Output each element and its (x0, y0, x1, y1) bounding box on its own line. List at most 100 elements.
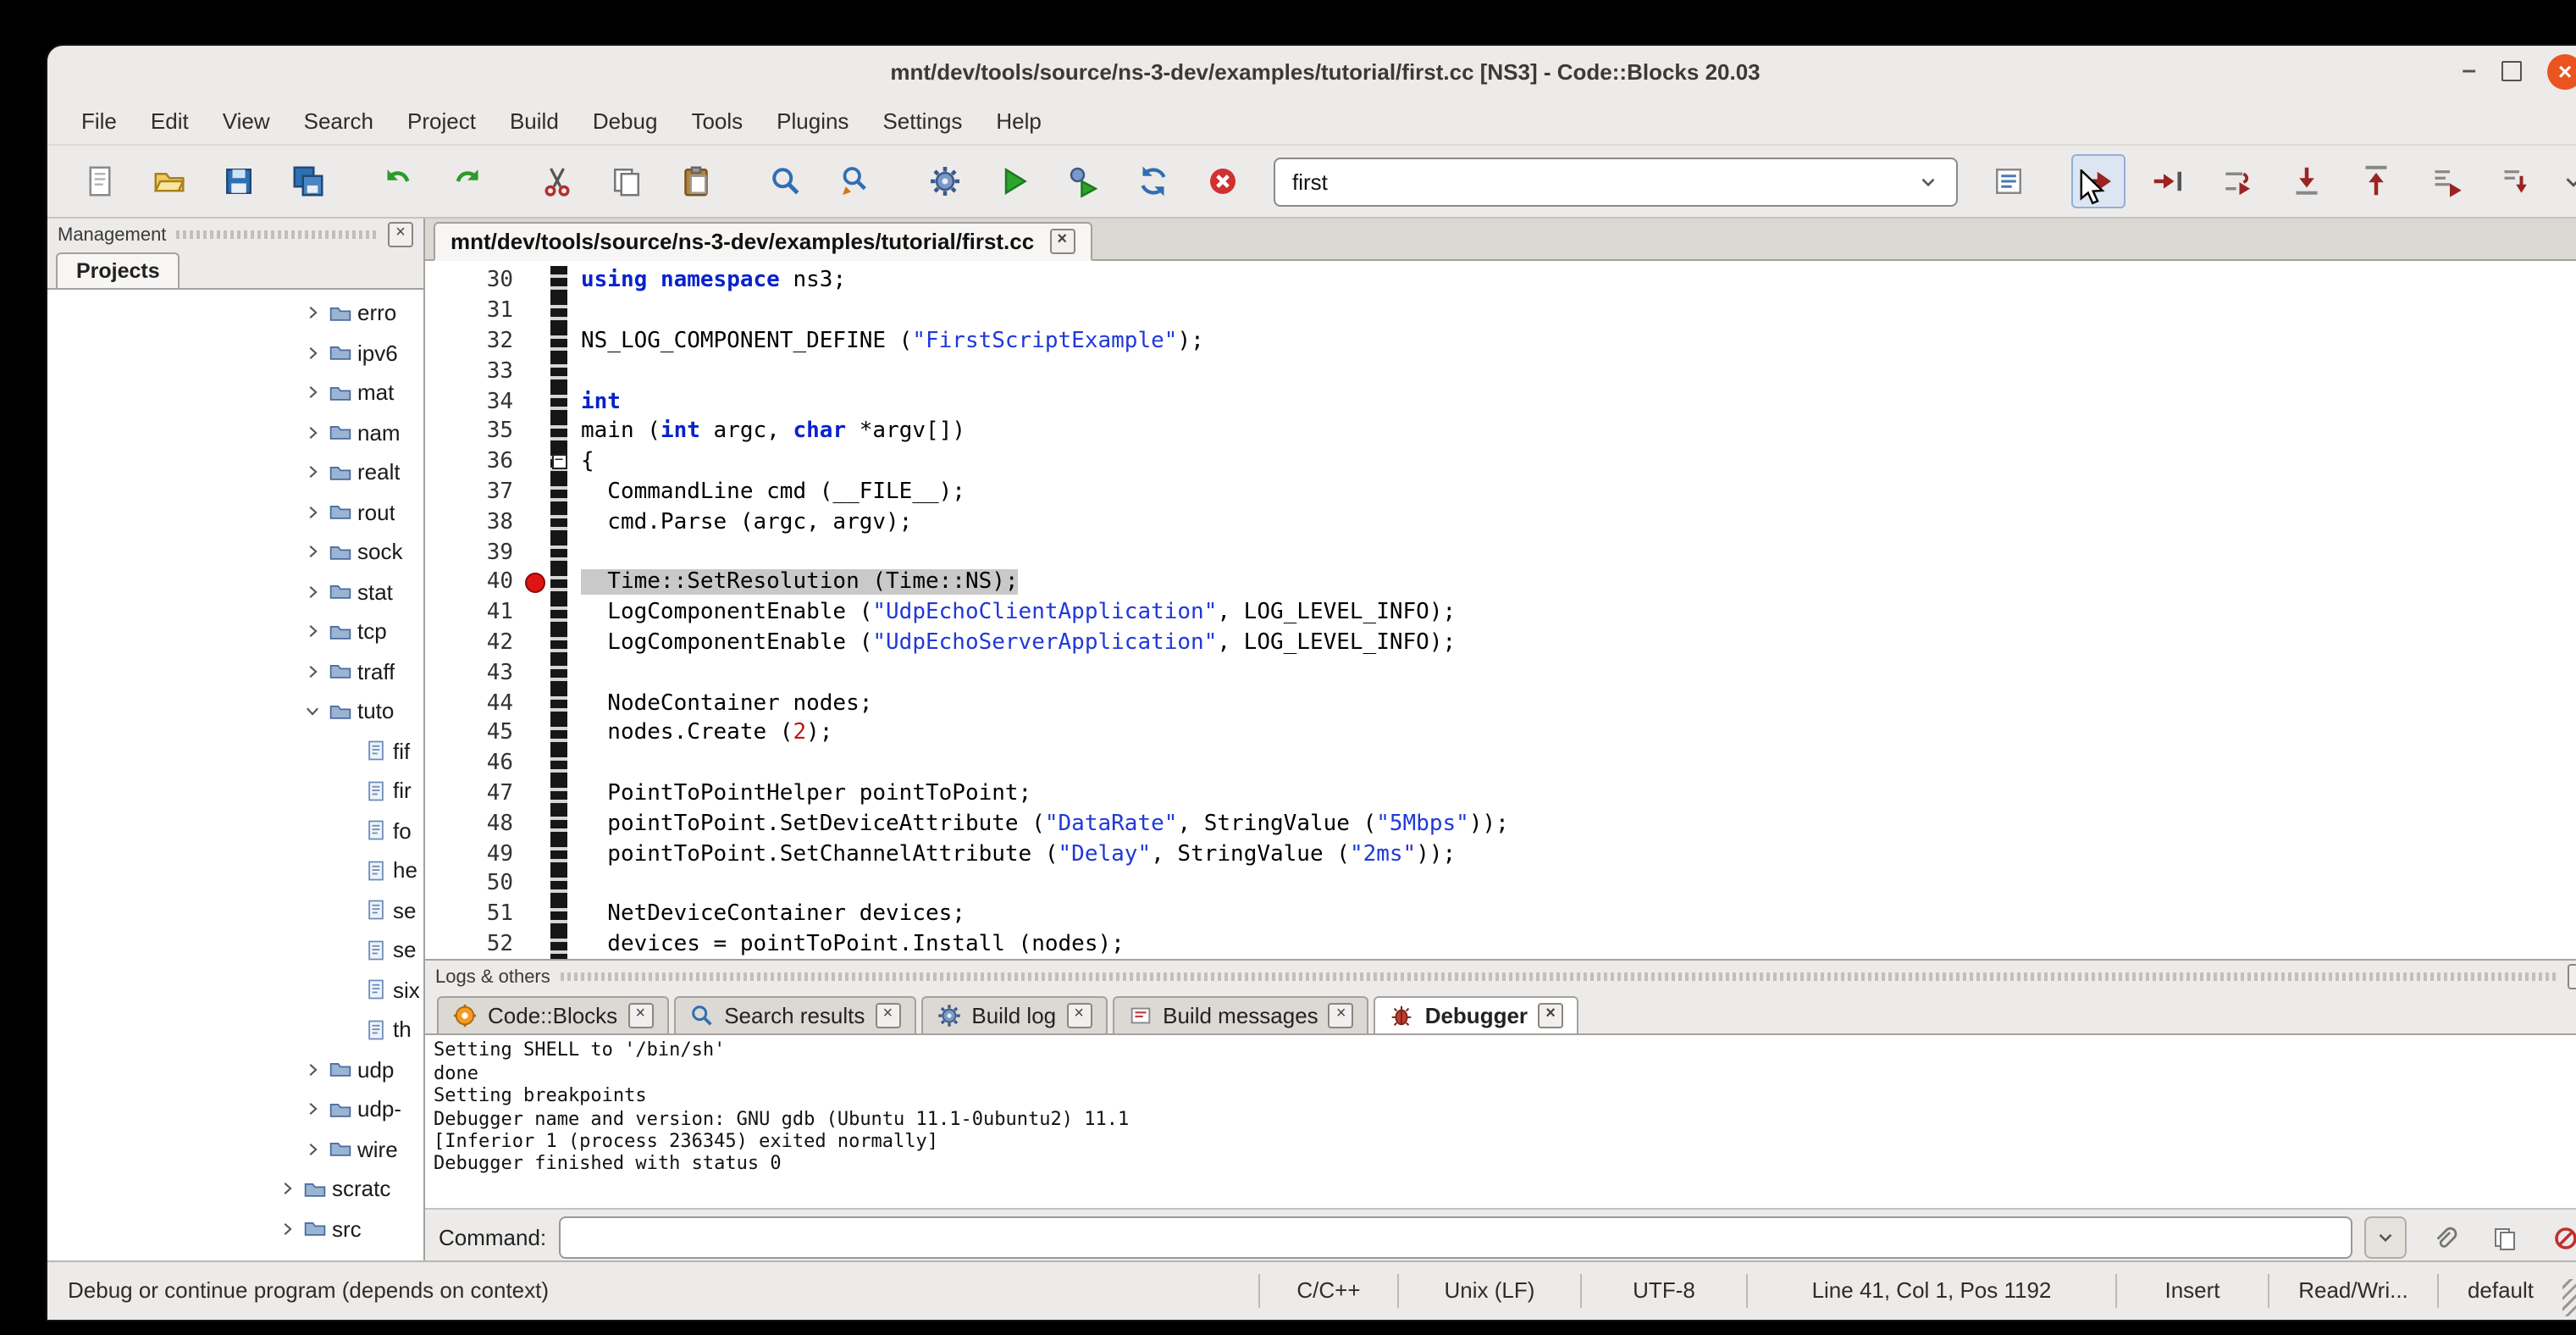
code-text[interactable]: LogComponentEnable ("UdpEchoClientApplic… (567, 600, 2576, 625)
code-line-36[interactable]: 36−{ (425, 447, 2576, 478)
code-line-46[interactable]: 46 (425, 749, 2576, 779)
logs-tab-close-icon[interactable]: × (875, 1004, 900, 1029)
line-number[interactable]: 40 (425, 570, 520, 595)
management-close-icon[interactable]: × (388, 222, 413, 247)
logs-tab-build-log[interactable]: Build log× (920, 997, 1107, 1034)
dock-grip[interactable] (561, 973, 2557, 982)
tree-item-traff[interactable]: traff (47, 651, 423, 691)
maximize-button[interactable] (2501, 61, 2522, 81)
tree-item-th[interactable]: th (47, 1010, 423, 1050)
line-number[interactable]: 43 (425, 661, 520, 686)
tree-item-tcp[interactable]: tcp (47, 612, 423, 651)
code-line-44[interactable]: 44 NodeContainer nodes; (425, 688, 2576, 718)
tree-item-fo[interactable]: fo (47, 811, 423, 850)
chevron-right-icon[interactable] (301, 384, 322, 402)
breakpoint-marker[interactable] (525, 573, 545, 593)
tab-projects[interactable]: Projects (56, 252, 180, 288)
menu-build[interactable]: Build (493, 101, 576, 140)
code-line-30[interactable]: 30using namespace ns3; (425, 266, 2576, 296)
code-line-38[interactable]: 38 cmd.Parse (argc, argv); (425, 507, 2576, 538)
fold-margin[interactable] (550, 266, 567, 296)
tree-item-se[interactable]: se (47, 890, 423, 930)
new-file-button[interactable] (72, 154, 126, 208)
editor-tab-close-icon[interactable]: × (1049, 229, 1075, 254)
build-target-combobox[interactable]: first (1274, 157, 1957, 206)
fold-margin[interactable] (550, 658, 567, 689)
code-text[interactable]: LogComponentEnable ("UdpEchoServerApplic… (567, 630, 2576, 656)
code-text[interactable]: cmd.Parse (argc, argv); (567, 510, 2576, 535)
chevron-right-icon[interactable] (301, 662, 322, 681)
code-text[interactable]: pointToPoint.SetChannelAttribute ("Delay… (567, 841, 2576, 867)
code-text[interactable]: main (int argc, char *argv[]) (567, 419, 2576, 445)
tree-item-mat[interactable]: mat (47, 373, 423, 413)
rebuild-button[interactable] (1125, 154, 1180, 208)
fold-margin[interactable] (550, 778, 567, 809)
fold-margin[interactable] (550, 357, 567, 387)
line-number[interactable]: 41 (425, 600, 520, 625)
line-number[interactable]: 44 (425, 690, 520, 716)
line-number[interactable]: 38 (425, 510, 520, 535)
fold-margin[interactable] (550, 296, 567, 327)
code-line-35[interactable]: 35main (int argc, char *argv[]) (425, 417, 2576, 447)
chevron-right-icon[interactable] (301, 583, 322, 601)
line-number[interactable]: 47 (425, 781, 520, 806)
tree-item-ipv6[interactable]: ipv6 (47, 333, 423, 373)
menu-plugins[interactable]: Plugins (760, 101, 865, 140)
save-file-button[interactable] (211, 154, 265, 208)
build-target-list-button[interactable] (1982, 154, 2036, 208)
menu-help[interactable]: Help (979, 101, 1059, 140)
fold-margin[interactable] (550, 929, 567, 960)
build-button[interactable] (917, 154, 971, 208)
chevron-right-icon[interactable] (301, 304, 322, 323)
tree-item-erro[interactable]: erro (47, 293, 423, 333)
fold-margin[interactable]: − (550, 447, 567, 478)
code-editor[interactable]: 30using namespace ns3;3132NS_LOG_COMPONE… (425, 261, 2576, 960)
project-tree[interactable]: erroipv6matnamrealtroutsockstattcptrafft… (47, 290, 423, 1260)
code-line-50[interactable]: 50 (425, 869, 2576, 900)
code-text[interactable]: NS_LOG_COMPONENT_DEFINE ("FirstScriptExa… (567, 329, 2576, 354)
chevron-right-icon[interactable] (301, 1061, 322, 1079)
debugger-log[interactable]: Setting SHELL to '/bin/sh'doneSetting br… (425, 1036, 2576, 1209)
code-text[interactable]: devices = pointToPoint.Install (nodes); (567, 932, 2576, 957)
tree-item-realt[interactable]: realt (47, 452, 423, 492)
line-number[interactable]: 33 (425, 359, 520, 385)
code-line-45[interactable]: 45 nodes.Create (2); (425, 718, 2576, 749)
code-line-31[interactable]: 31 (425, 296, 2576, 327)
logs-tab-close-icon[interactable]: × (1329, 1004, 1354, 1029)
chevron-right-icon[interactable] (301, 344, 322, 363)
logs-tab-search-results[interactable]: Search results× (673, 997, 915, 1034)
tree-item-rout[interactable]: rout (47, 492, 423, 532)
chevron-down-icon[interactable] (301, 702, 322, 721)
code-text[interactable]: NetDeviceContainer devices; (567, 901, 2576, 927)
run-to-cursor-button[interactable] (2141, 154, 2195, 208)
chevron-right-icon[interactable] (276, 1180, 296, 1199)
build-and-run-button[interactable] (1056, 154, 1110, 208)
next-instruction-button[interactable] (2418, 154, 2473, 208)
resize-grip[interactable] (2562, 1279, 2576, 1316)
line-number[interactable]: 48 (425, 811, 520, 836)
fold-margin[interactable] (550, 749, 567, 779)
logs-tab-close-icon[interactable]: × (627, 1004, 653, 1029)
abort-button[interactable] (1195, 154, 1249, 208)
line-number[interactable]: 31 (425, 298, 520, 324)
tree-item-tuto[interactable]: tuto (47, 691, 423, 731)
fold-marker-icon[interactable]: − (551, 454, 567, 469)
code-line-43[interactable]: 43 (425, 658, 2576, 689)
code-line-33[interactable]: 33 (425, 357, 2576, 387)
menu-debug[interactable]: Debug (576, 101, 675, 140)
code-line-37[interactable]: 37 CommandLine cmd (__FILE__); (425, 477, 2576, 507)
fold-margin[interactable] (550, 899, 567, 929)
tree-item-scratc[interactable]: scratc (47, 1169, 423, 1209)
code-line-34[interactable]: 34int (425, 386, 2576, 417)
fold-margin[interactable] (550, 718, 567, 749)
attach-button[interactable] (2418, 1214, 2468, 1263)
next-line-button[interactable] (2210, 154, 2264, 208)
code-text[interactable]: pointToPoint.SetDeviceAttribute ("DataRa… (567, 811, 2576, 836)
menu-file[interactable]: File (64, 101, 134, 140)
tree-item-src[interactable]: src (47, 1209, 423, 1249)
fold-margin[interactable] (550, 598, 567, 629)
fold-margin[interactable] (550, 688, 567, 718)
code-text[interactable]: nodes.Create (2); (567, 721, 2576, 746)
code-line-39[interactable]: 39 (425, 537, 2576, 568)
code-line-32[interactable]: 32NS_LOG_COMPONENT_DEFINE ("FirstScriptE… (425, 326, 2576, 357)
